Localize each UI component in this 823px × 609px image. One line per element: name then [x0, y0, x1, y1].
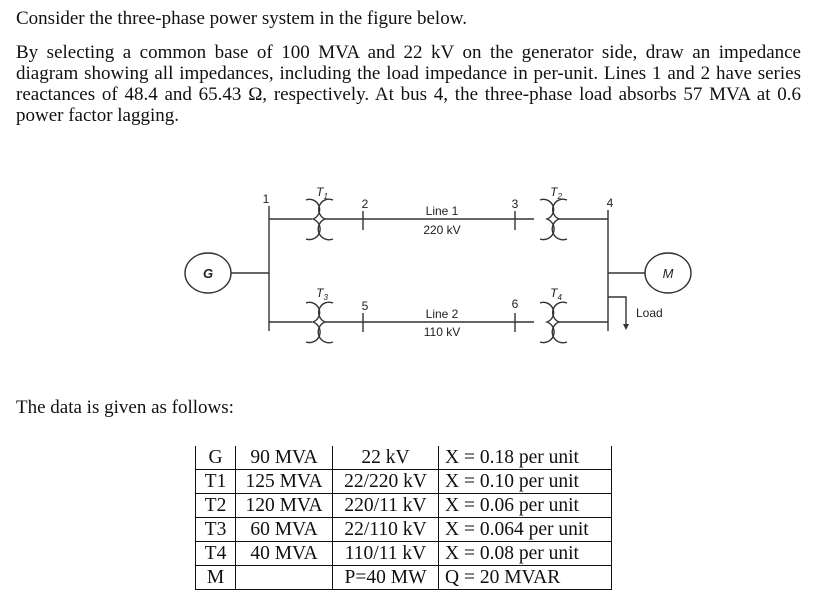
- bus-5-label: 5: [362, 299, 369, 313]
- component-data-table: G 90 MVA 22 kV X = 0.18 per unit T1 125 …: [195, 446, 612, 590]
- rating-cell: 60 MVA: [235, 517, 333, 542]
- table-row: G 90 MVA 22 kV X = 0.18 per unit: [195, 446, 612, 470]
- load-arrow-icon: [623, 324, 629, 330]
- reactance-cell: X = 0.06 per unit: [438, 493, 612, 518]
- table-row: T4 40 MVA 110/11 kV X = 0.08 per unit: [195, 541, 612, 566]
- table-row: M P=40 MW Q = 20 MVAR: [195, 565, 612, 590]
- component-cell: T3: [195, 517, 236, 542]
- rating-cell: 90 MVA: [235, 446, 333, 470]
- reactance-cell: Q = 20 MVAR: [438, 565, 612, 590]
- transformer-t2-label: T2: [550, 185, 562, 201]
- data-intro: The data is given as follows:: [16, 397, 234, 418]
- component-cell: T1: [195, 469, 236, 494]
- rating-cell: 125 MVA: [235, 469, 333, 494]
- component-cell: M: [195, 565, 236, 590]
- reactance-cell: X = 0.10 per unit: [438, 469, 612, 494]
- voltage-cell: 110/11 kV: [332, 541, 439, 566]
- rating-cell: [235, 565, 333, 590]
- bus-3-label: 3: [512, 197, 519, 211]
- line-1-name: Line 1: [426, 204, 459, 218]
- one-line-diagram: G 1 T1 2 Line 1 220 kV 3 T2 T3 5 Line 2 …: [184, 185, 692, 344]
- load-connection: [608, 296, 627, 328]
- rating-cell: 120 MVA: [235, 493, 333, 518]
- voltage-cell: P=40 MW: [332, 565, 439, 590]
- voltage-cell: 22/220 kV: [332, 469, 439, 494]
- transformer-t1-label: T1: [316, 185, 328, 201]
- bus-2-label: 2: [362, 197, 369, 211]
- reactance-cell: X = 0.064 per unit: [438, 517, 612, 542]
- component-cell: G: [195, 446, 236, 470]
- reactance-cell: X = 0.18 per unit: [438, 446, 612, 470]
- motor-label: M: [663, 266, 674, 281]
- component-cell: T4: [195, 541, 236, 566]
- voltage-cell: 22/110 kV: [332, 517, 439, 542]
- table-row: T2 120 MVA 220/11 kV X = 0.06 per unit: [195, 493, 612, 518]
- transformer-t4-label: T4: [550, 286, 562, 302]
- reactance-cell: X = 0.08 per unit: [438, 541, 612, 566]
- generator-label: G: [203, 266, 213, 281]
- line-2-voltage: 110 kV: [424, 325, 460, 339]
- voltage-cell: 22 kV: [332, 446, 439, 470]
- bus-4-label: 4: [607, 196, 614, 210]
- transformer-t3-label: T3: [316, 286, 328, 302]
- line-2-name: Line 2: [426, 307, 459, 321]
- table-row: T1 125 MVA 22/220 kV X = 0.10 per unit: [195, 469, 612, 494]
- component-cell: T2: [195, 493, 236, 518]
- load-label: Load: [636, 306, 663, 320]
- voltage-cell: 220/11 kV: [332, 493, 439, 518]
- table-row: T3 60 MVA 22/110 kV X = 0.064 per unit: [195, 517, 612, 542]
- bus-6-label: 6: [512, 297, 519, 311]
- rating-cell: 40 MVA: [235, 541, 333, 566]
- bus-1-label: 1: [263, 192, 270, 206]
- line-1-voltage: 220 kV: [423, 223, 460, 237]
